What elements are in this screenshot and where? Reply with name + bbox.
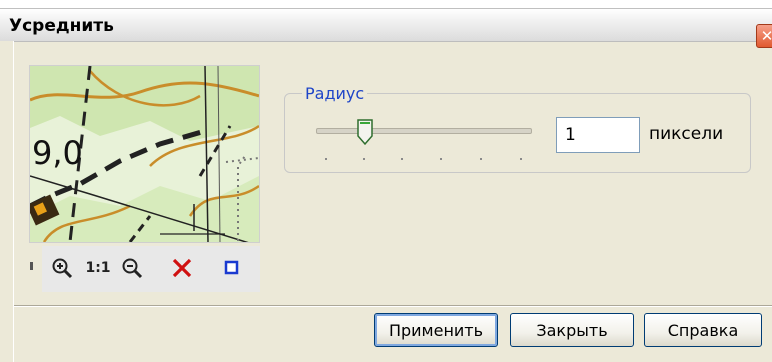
window-left-edge xyxy=(0,41,14,362)
red-x-icon xyxy=(172,258,192,278)
title-bar[interactable]: Усреднить xyxy=(0,8,772,42)
map-preview-image: 9,0 xyxy=(30,66,259,242)
radius-input[interactable]: 1 xyxy=(556,117,640,153)
slider-tick xyxy=(480,158,482,160)
slider-tick xyxy=(363,158,365,160)
zoom-out-icon xyxy=(122,258,143,279)
window-left-highlight xyxy=(13,41,14,362)
close-window-button[interactable]: ✕ xyxy=(756,24,772,48)
radius-slider-track[interactable] xyxy=(316,128,532,134)
slider-tick xyxy=(440,158,442,160)
map-preview[interactable]: 9,0 xyxy=(29,65,260,243)
help-button[interactable]: Справка xyxy=(644,313,762,347)
slider-tick xyxy=(401,158,403,160)
radius-legend: Радиус xyxy=(302,84,368,103)
zoom-out-button[interactable] xyxy=(118,254,146,282)
slider-tick xyxy=(520,158,522,160)
frame-button[interactable] xyxy=(218,254,246,282)
zoom-in-icon xyxy=(52,258,73,279)
radius-slider-thumb[interactable] xyxy=(356,118,374,146)
delete-button[interactable] xyxy=(168,254,196,282)
map-label: 9,0 xyxy=(32,134,83,172)
window-title: Усреднить xyxy=(9,16,114,36)
splitter-handle[interactable] xyxy=(30,262,33,270)
actual-size-label: 1:1 xyxy=(85,260,111,276)
apply-button[interactable]: Применить xyxy=(374,313,498,347)
close-button[interactable]: Закрыть xyxy=(510,313,634,347)
actual-size-button[interactable]: 1:1 xyxy=(84,254,112,282)
preview-toolbar: 1:1 xyxy=(42,246,260,292)
zoom-in-button[interactable] xyxy=(48,254,76,282)
radius-unit-label: пиксели xyxy=(649,124,724,144)
slider-tick xyxy=(325,158,327,160)
blue-square-icon xyxy=(224,260,239,275)
close-icon: ✕ xyxy=(760,27,772,45)
button-separator xyxy=(14,305,772,306)
